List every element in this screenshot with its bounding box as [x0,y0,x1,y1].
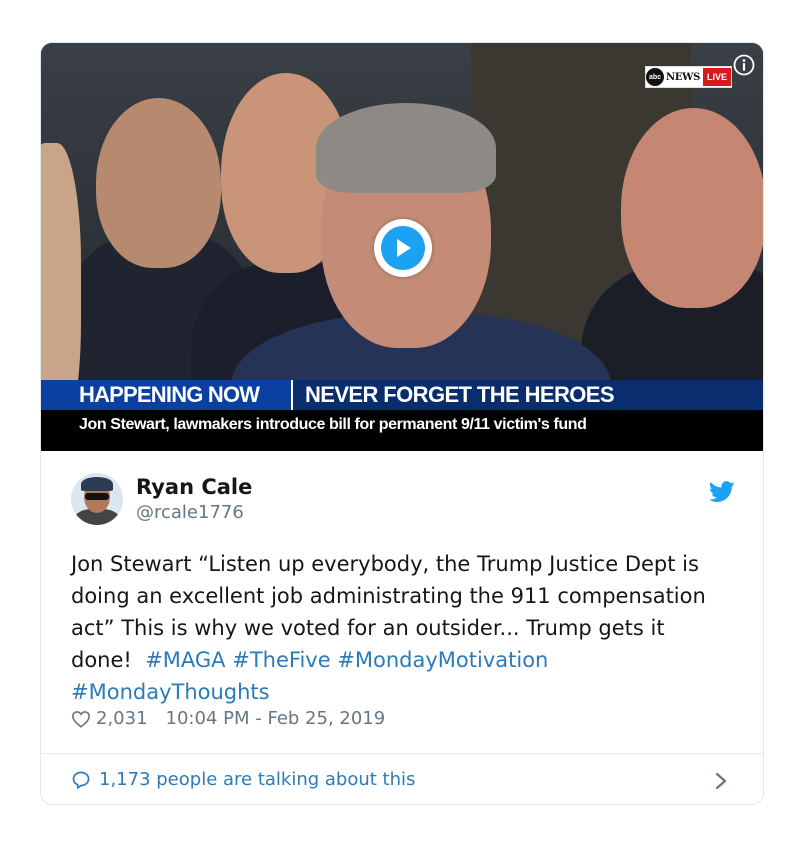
banner-happening-now: HAPPENING NOW [41,380,291,410]
hashtag-thefive[interactable]: #TheFive [232,648,330,672]
like-count[interactable]: 2,031 [96,708,148,729]
chevron-right-icon[interactable] [713,770,729,792]
abc-news-live-logo: abc NEWS LIVE [645,66,733,88]
banner-subtitle: Jon Stewart, lawmakers introduce bill fo… [41,410,763,451]
live-badge: LIVE [703,68,732,86]
info-icon[interactable] [733,54,755,76]
heart-icon[interactable] [71,710,91,728]
abc-logo-mark: abc [646,68,664,86]
news-lower-third: HAPPENING NOW NEVER FORGET THE HEROES Jo… [41,380,763,451]
hashtag-maga[interactable]: #MAGA [145,648,225,672]
twitter-bird-icon[interactable] [709,481,735,503]
embedded-tweet-card: abc NEWS LIVE HAPPENING NOW NEVER FORGET… [40,42,764,805]
hashtag-mondaythoughts[interactable]: #MondayThoughts [71,680,270,704]
tweet-meta: 2,031 10:04 PM - Feb 25, 2019 [71,708,385,729]
author-name[interactable]: Ryan Cale [136,475,252,499]
tweet-timestamp[interactable]: 10:04 PM - Feb 25, 2019 [166,708,386,729]
author-handle[interactable]: @rcale1776 [136,502,244,523]
speech-bubble-icon [72,771,90,789]
video-player[interactable]: abc NEWS LIVE HAPPENING NOW NEVER FORGET… [41,43,763,451]
conversation-link[interactable]: 1,173 people are talking about this [71,769,415,790]
play-icon [397,239,411,257]
avatar[interactable] [71,473,123,525]
news-label: NEWS [666,71,701,83]
banner-headline: NEVER FORGET THE HEROES [291,380,615,410]
talking-count-label: 1,173 people are talking about this [99,769,416,790]
divider [41,753,763,754]
tweet-text: Jon Stewart “Listen up everybody, the Tr… [71,548,735,708]
play-button[interactable] [374,219,432,277]
hashtag-mondaymotivation[interactable]: #MondayMotivation [337,648,548,672]
